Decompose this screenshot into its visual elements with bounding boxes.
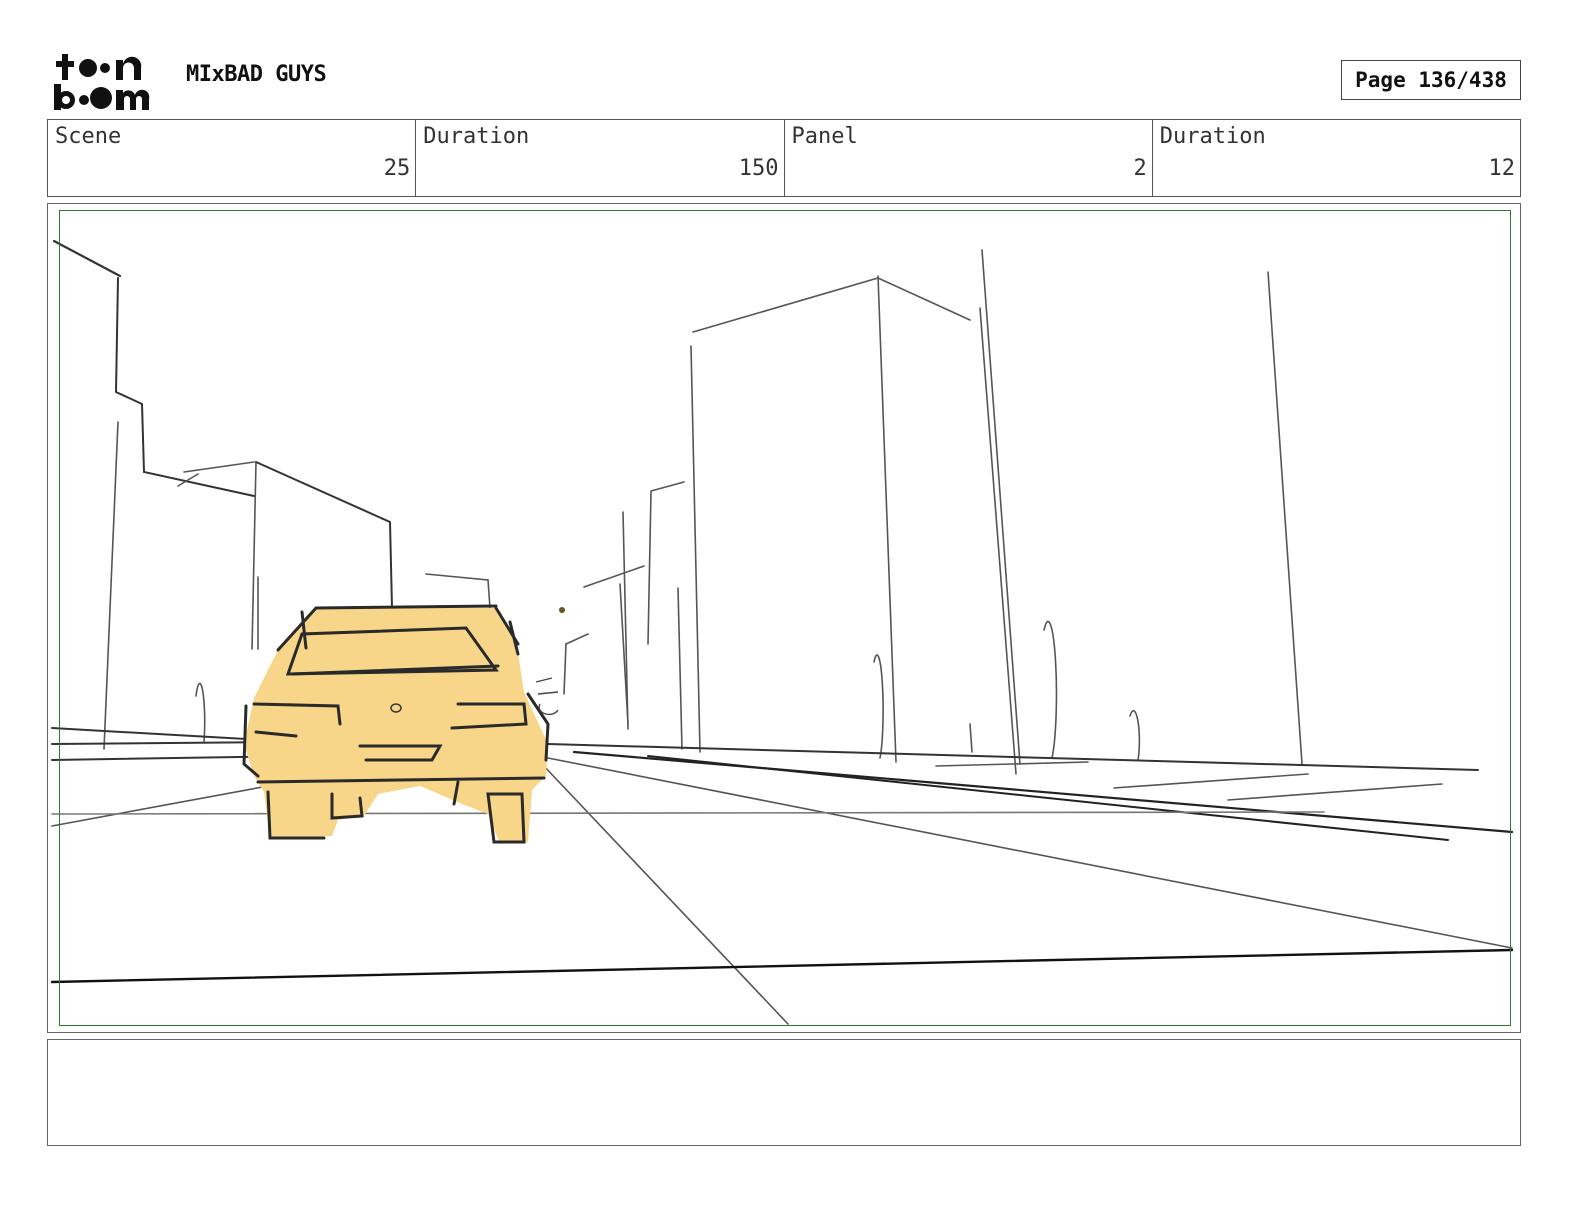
toon-boom-logo	[54, 54, 150, 110]
scene-label: Scene	[55, 124, 122, 149]
panel-duration-label: Duration	[1159, 124, 1266, 149]
page-indicator: Page 136/438	[1341, 60, 1521, 100]
storyboard-panel	[47, 203, 1521, 1033]
scene-duration-cell: Duration 150	[416, 120, 785, 196]
scene-cell: Scene 25	[48, 120, 417, 196]
project-title: MIxBAD GUYS	[186, 62, 327, 87]
scene-duration-value: 150	[738, 156, 779, 181]
panel-duration-cell: Duration 12	[1153, 120, 1520, 196]
panel-cell: Panel 2	[785, 120, 1153, 196]
safe-area-frame	[59, 210, 1511, 1026]
action-notes-box[interactable]	[47, 1039, 1521, 1146]
panel-value: 2	[1133, 156, 1147, 181]
scene-duration-label: Duration	[423, 124, 530, 149]
panel-duration-value: 12	[1488, 156, 1516, 181]
scene-value: 25	[383, 156, 411, 181]
panel-label: Panel	[791, 124, 858, 149]
shot-info-table: Scene 25 Duration 150 Panel 2 Duration 1…	[47, 119, 1521, 197]
